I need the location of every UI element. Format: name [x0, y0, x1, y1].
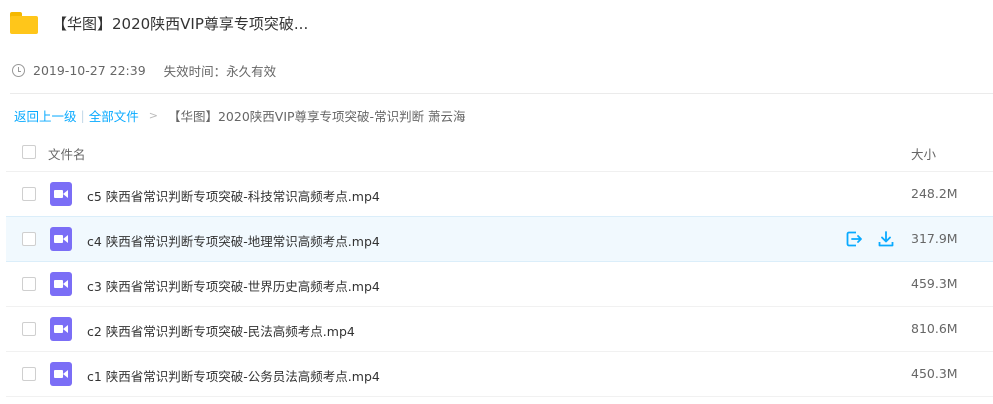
breadcrumb-separator: |	[80, 108, 85, 123]
breadcrumb: 返回上一级 | 全部文件 > 【华图】2020陕西VIP尊享专项突破-常识判断 …	[14, 106, 466, 125]
file-name[interactable]: c4 陕西省常识判断专项突破-地理常识高频考点.mp4	[87, 231, 380, 250]
table-row[interactable]: c3 陕西省常识判断专项突破-世界历史高频考点.mp4 459.3M	[6, 262, 993, 307]
file-name[interactable]: c2 陕西省常识判断专项突破-民法高频考点.mp4	[87, 321, 355, 340]
video-file-icon	[50, 182, 72, 206]
row-checkbox[interactable]	[22, 367, 36, 381]
video-file-icon	[50, 317, 72, 341]
file-size: 459.3M	[911, 276, 958, 291]
video-file-icon	[50, 227, 72, 251]
table-row[interactable]: c4 陕西省常识判断专项突破-地理常识高频考点.mp4 317.9M	[6, 216, 993, 262]
table-header: 文件名 大小	[6, 131, 993, 172]
share-icon[interactable]	[844, 229, 864, 249]
breadcrumb-arrow: >	[148, 109, 158, 122]
video-file-icon	[50, 272, 72, 296]
select-all-checkbox[interactable]	[22, 145, 36, 159]
file-size: 810.6M	[911, 321, 958, 336]
file-name[interactable]: c1 陕西省常识判断专项突破-公务员法高频考点.mp4	[87, 366, 380, 385]
row-checkbox[interactable]	[22, 187, 36, 201]
file-size: 248.2M	[911, 186, 958, 201]
file-table: 文件名 大小 c5 陕西省常识判断专项突破-科技常识高频考点.mp4 248.2…	[6, 131, 993, 397]
expiry-text: 失效时间：永久有效	[163, 64, 277, 79]
breadcrumb-current: 【华图】2020陕西VIP尊享专项突破-常识判断 萧云海	[167, 109, 466, 124]
file-name[interactable]: c5 陕西省常识判断专项突破-科技常识高频考点.mp4	[87, 186, 380, 205]
column-header-name[interactable]: 文件名	[48, 144, 86, 163]
divider	[10, 93, 993, 94]
page-header: 【华图】2020陕西VIP尊享专项突破...	[10, 8, 308, 38]
row-checkbox[interactable]	[22, 322, 36, 336]
table-row[interactable]: c1 陕西省常识判断专项突破-公务员法高频考点.mp4 450.3M	[6, 352, 993, 397]
video-file-icon	[50, 362, 72, 386]
row-checkbox[interactable]	[22, 232, 36, 246]
share-title: 【华图】2020陕西VIP尊享专项突破...	[52, 14, 309, 33]
file-size: 450.3M	[911, 366, 958, 381]
file-name[interactable]: c3 陕西省常识判断专项突破-世界历史高频考点.mp4	[87, 276, 380, 295]
all-files-link[interactable]: 全部文件	[89, 106, 139, 125]
download-icon[interactable]	[876, 229, 896, 249]
table-row[interactable]: c2 陕西省常识判断专项突破-民法高频考点.mp4 810.6M	[6, 307, 993, 352]
table-row[interactable]: c5 陕西省常识判断专项突破-科技常识高频考点.mp4 248.2M	[6, 172, 993, 217]
file-size: 317.9M	[911, 231, 958, 246]
clock-icon	[12, 64, 25, 77]
back-link[interactable]: 返回上一级	[14, 106, 77, 125]
column-header-size[interactable]: 大小	[911, 144, 936, 163]
share-meta: 2019-10-27 22:39 失效时间：永久有效	[12, 61, 276, 80]
row-checkbox[interactable]	[22, 277, 36, 291]
share-date: 2019-10-27 22:39	[33, 63, 146, 78]
folder-icon	[10, 12, 38, 34]
